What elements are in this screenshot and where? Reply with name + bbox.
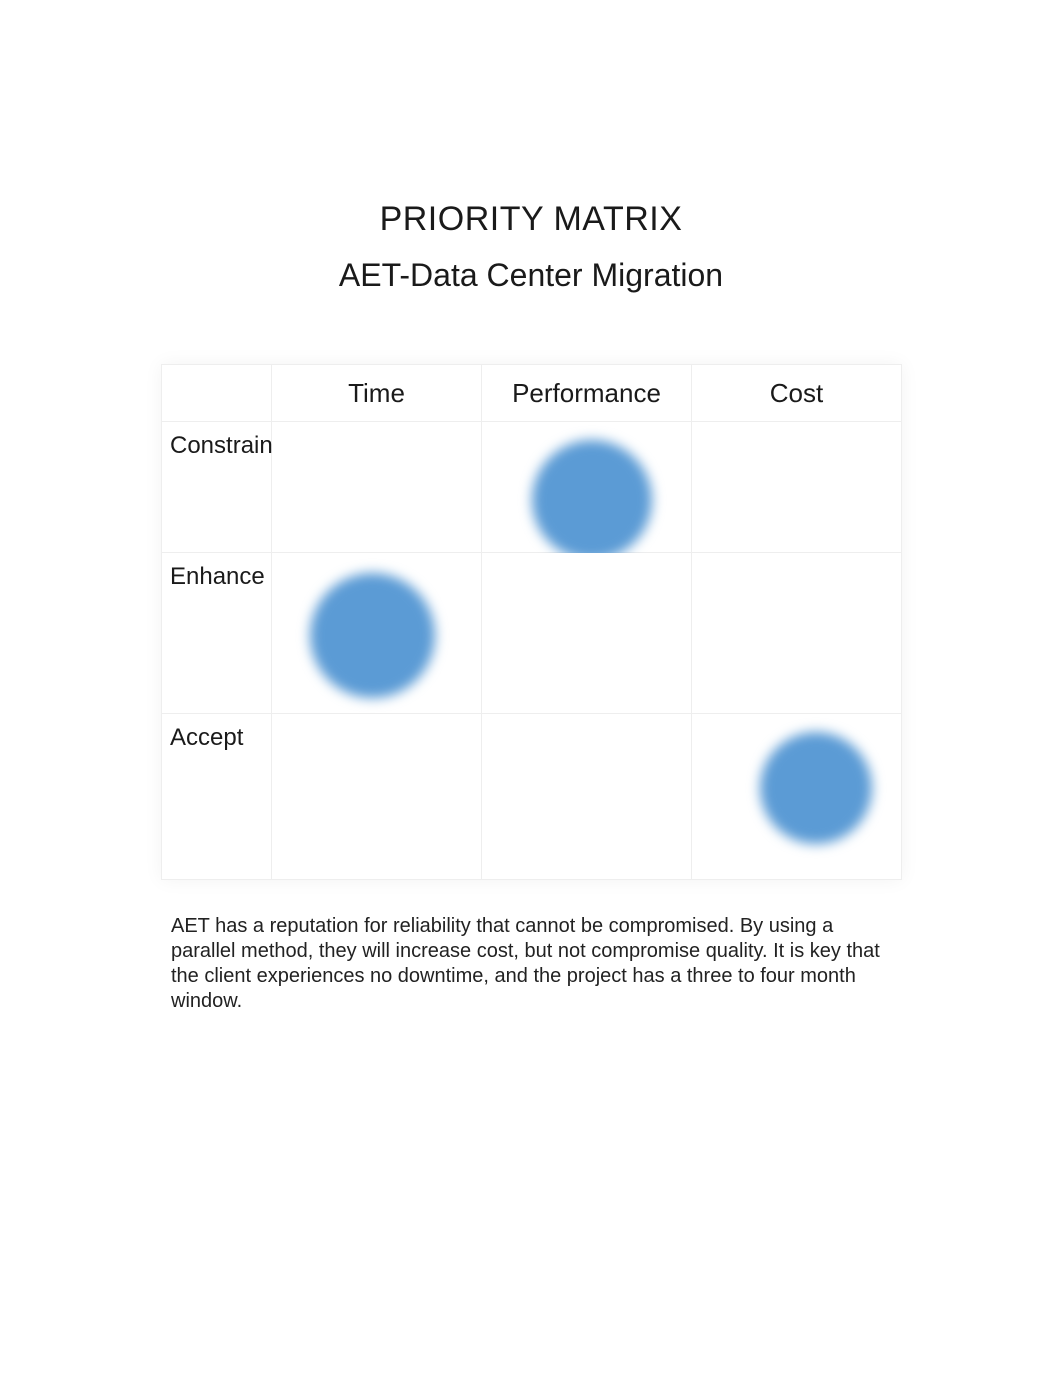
page-title: PRIORITY MATRIX [0, 200, 1062, 239]
document-page: PRIORITY MATRIX AET-Data Center Migratio… [0, 0, 1062, 1377]
row-label-constrain: Constrain [162, 422, 272, 553]
matrix-corner-blank [162, 365, 272, 422]
matrix-row-constrain: Constrain [162, 422, 902, 553]
title-block: PRIORITY MATRIX AET-Data Center Migratio… [0, 200, 1062, 294]
priority-matrix-table: Time Performance Cost Constrain Enhance [161, 364, 902, 880]
matrix-row-accept: Accept [162, 714, 902, 880]
matrix-row-enhance: Enhance [162, 553, 902, 714]
page-subtitle: AET-Data Center Migration [0, 257, 1062, 294]
cell-accept-cost [692, 714, 902, 880]
row-label-accept: Accept [162, 714, 272, 880]
dot-icon [760, 732, 872, 844]
column-header-time: Time [272, 365, 482, 422]
dot-icon [532, 440, 652, 560]
cell-enhance-performance [482, 553, 692, 714]
cell-accept-performance [482, 714, 692, 880]
cell-enhance-cost [692, 553, 902, 714]
cell-constrain-time [272, 422, 482, 553]
row-label-enhance: Enhance [162, 553, 272, 714]
priority-matrix: Time Performance Cost Constrain Enhance [161, 364, 901, 880]
dot-icon [310, 573, 435, 698]
cell-enhance-time [272, 553, 482, 714]
column-header-performance: Performance [482, 365, 692, 422]
column-header-cost: Cost [692, 365, 902, 422]
cell-constrain-performance [482, 422, 692, 553]
caption-text: AET has a reputation for reliability tha… [171, 914, 891, 1014]
cell-constrain-cost [692, 422, 902, 553]
cell-accept-time [272, 714, 482, 880]
